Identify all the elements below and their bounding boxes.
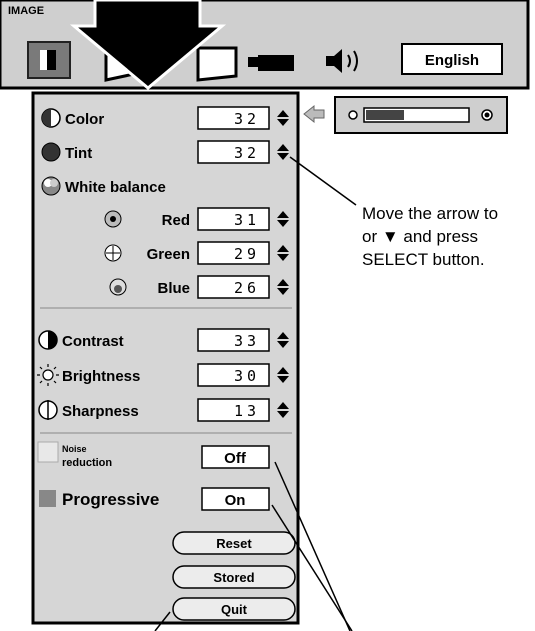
noise-value: Off <box>224 450 247 467</box>
green-value: 29 <box>234 245 260 263</box>
quit-label: Quit <box>221 602 248 617</box>
green-icon <box>104 244 122 262</box>
green-label: Green <box>147 246 190 263</box>
blue-value: 26 <box>234 279 260 297</box>
slider-panel <box>334 96 508 134</box>
reset-button[interactable]: Reset <box>172 531 296 555</box>
menu-row-progressive[interactable]: Progressive On <box>39 487 270 511</box>
annotation-line1: Move the arrow to <box>362 204 498 223</box>
stage: IMAGE English Color 32 Tint 32 White bal… <box>0 0 530 631</box>
noise-label-line1: Noise <box>62 444 87 454</box>
left-arrow-icon <box>303 104 325 124</box>
white-balance-icon <box>41 176 61 196</box>
language-label: English <box>425 52 479 69</box>
contrast-label: Contrast <box>62 333 124 350</box>
annotation-line3: SELECT button. <box>362 250 485 269</box>
blue-label: Blue <box>157 280 190 297</box>
progressive-icon <box>39 490 56 507</box>
progressive-label: Progressive <box>62 490 159 509</box>
tint-label: Tint <box>65 145 92 162</box>
progressive-value: On <box>225 492 246 509</box>
screen2-menu-icon[interactable] <box>196 46 238 82</box>
tint-icon <box>41 142 61 162</box>
menu-title: IMAGE <box>8 5 44 17</box>
color-icon <box>41 108 61 128</box>
slider-left-icon <box>348 110 358 120</box>
red-icon <box>104 210 122 228</box>
sharpness-icon <box>38 400 58 420</box>
brightness-value: 30 <box>234 367 260 385</box>
blue-icon <box>109 278 127 296</box>
white-balance-label: White balance <box>65 179 166 196</box>
contrast-icon <box>38 330 58 350</box>
stored-button[interactable]: Stored <box>172 565 296 589</box>
contrast-value: 33 <box>234 332 260 350</box>
annotation-line2: or ▼ and press <box>362 227 478 246</box>
tint-value: 32 <box>234 144 260 162</box>
brightness-label: Brightness <box>62 368 140 385</box>
slider-fill <box>366 110 404 120</box>
color-label: Color <box>65 111 104 128</box>
noise-label-line2: reduction <box>62 457 112 469</box>
top-menu-bar: IMAGE English <box>0 0 530 90</box>
quit-button[interactable]: Quit <box>172 597 296 621</box>
stored-label: Stored <box>213 570 254 585</box>
reset-label: Reset <box>216 536 252 551</box>
sharpness-value: 13 <box>234 402 260 420</box>
noise-icon <box>37 441 59 463</box>
callout-line-tint <box>289 156 357 206</box>
red-value: 31 <box>234 211 260 229</box>
image-menu-icon[interactable] <box>27 41 71 79</box>
color-value: 32 <box>234 110 260 128</box>
sharpness-label: Sharpness <box>62 403 139 420</box>
red-label: Red <box>162 212 190 229</box>
